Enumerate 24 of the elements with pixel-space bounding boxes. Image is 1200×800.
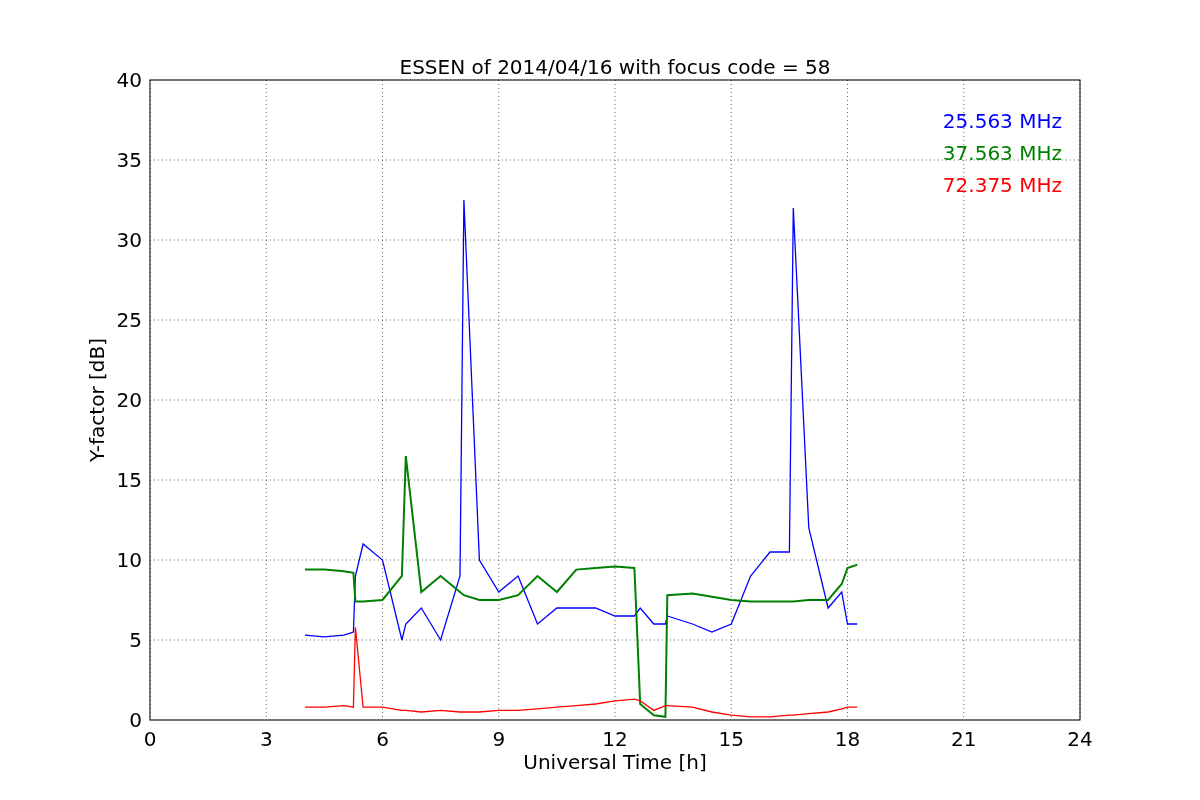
y-tick-label: 35 xyxy=(116,148,142,172)
y-tick-label: 25 xyxy=(116,308,142,332)
x-tick-label: 9 xyxy=(492,727,506,751)
y-tick-label: 20 xyxy=(116,388,142,412)
x-tick-label: 15 xyxy=(718,727,744,751)
legend-label: 25.563 MHz xyxy=(942,109,1062,133)
y-axis-label: Y-factor [dB] xyxy=(85,338,109,462)
chart-title: ESSEN of 2014/04/16 with focus code = 58 xyxy=(399,55,831,79)
x-tick-label: 24 xyxy=(1067,727,1093,751)
y-tick-label: 40 xyxy=(116,68,142,92)
y-tick-label: 30 xyxy=(116,228,142,252)
legend-label: 37.563 MHz xyxy=(942,141,1062,165)
y-tick-label: 10 xyxy=(116,548,142,572)
y-tick-label: 15 xyxy=(116,468,142,492)
x-tick-label: 0 xyxy=(143,727,157,751)
y-tick-label: 5 xyxy=(129,628,142,652)
x-tick-label: 21 xyxy=(951,727,977,751)
x-tick-label: 18 xyxy=(834,727,861,751)
x-axis-label: Universal Time [h] xyxy=(523,750,707,774)
x-tick-label: 3 xyxy=(259,727,273,751)
legend-label: 72.375 MHz xyxy=(942,173,1062,197)
x-tick-label: 12 xyxy=(602,727,628,751)
x-tick-label: 6 xyxy=(376,727,389,751)
y-tick-label: 0 xyxy=(129,708,142,732)
